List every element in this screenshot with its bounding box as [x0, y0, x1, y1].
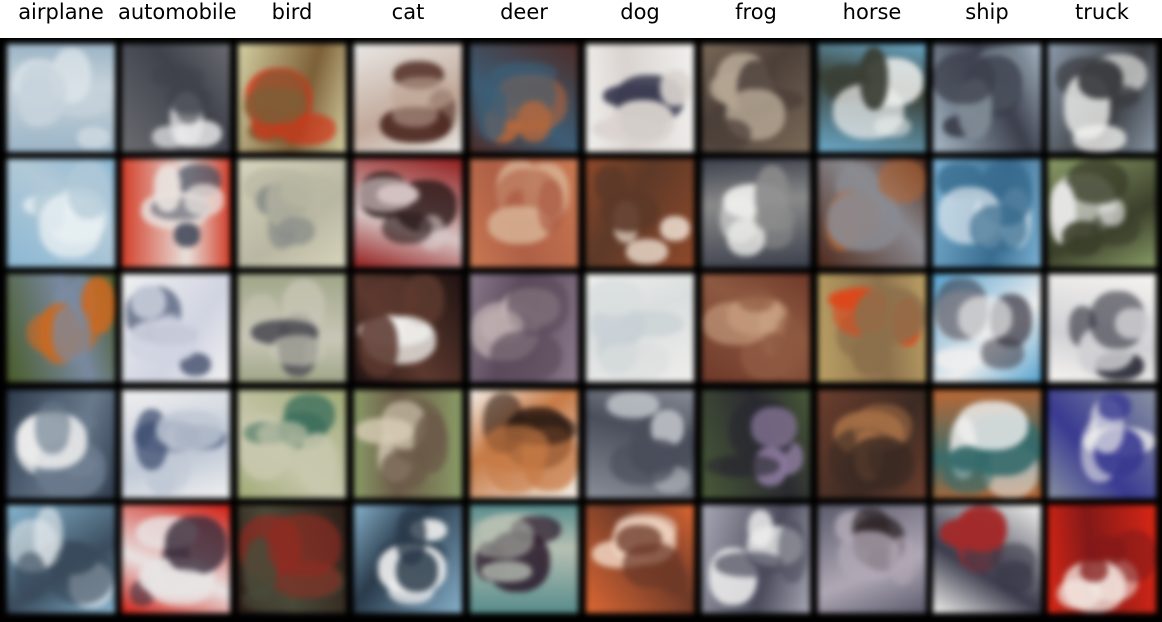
generated-image-ship-4 — [933, 390, 1041, 498]
generated-image-truck-2 — [1048, 159, 1156, 267]
column-header-row: airplane automobile bird cat deer dog frog hors… — [0, 0, 1162, 38]
generated-image-automobile-3 — [122, 274, 230, 382]
generated-image-deer-4 — [470, 390, 578, 498]
generated-image-airplane-4 — [7, 390, 115, 498]
column-label-dog: dog — [620, 0, 660, 24]
generated-image-deer-5 — [470, 505, 578, 613]
generated-image-truck-4 — [1048, 390, 1156, 498]
generated-image-dog-2 — [586, 159, 694, 267]
generated-image-ship-3 — [933, 274, 1041, 382]
generated-image-ship-5 — [933, 505, 1041, 613]
generated-image-bird-2 — [238, 159, 346, 267]
column-label-deer: deer — [500, 0, 548, 24]
generated-image-frog-1 — [702, 44, 810, 152]
generated-image-bird-4 — [238, 390, 346, 498]
generated-image-horse-1 — [818, 44, 926, 152]
generated-image-airplane-5 — [7, 505, 115, 613]
generated-image-cat-2 — [354, 159, 462, 267]
column-label-frog: frog — [735, 0, 777, 24]
generated-image-bird-3 — [238, 274, 346, 382]
generated-image-cat-3 — [354, 274, 462, 382]
generated-image-truck-5 — [1048, 505, 1156, 613]
column-label-airplane: airplane — [18, 0, 104, 24]
generated-image-cat-4 — [354, 390, 462, 498]
generated-image-cat-1 — [354, 44, 462, 152]
column-label-bird: bird — [271, 0, 313, 24]
generated-image-cat-5 — [354, 505, 462, 613]
generated-image-deer-3 — [470, 274, 578, 382]
image-grid — [0, 38, 1162, 622]
generated-image-bird-5 — [238, 505, 346, 613]
generated-image-automobile-1 — [122, 44, 230, 152]
column-label-ship: ship — [965, 0, 1009, 24]
generated-image-frog-5 — [702, 505, 810, 613]
generated-image-ship-2 — [933, 159, 1041, 267]
column-label-truck: truck — [1075, 0, 1129, 24]
generated-image-deer-2 — [470, 159, 578, 267]
generated-image-horse-2 — [818, 159, 926, 267]
generated-image-dog-5 — [586, 505, 694, 613]
generated-image-horse-5 — [818, 505, 926, 613]
generated-image-dog-1 — [586, 44, 694, 152]
generated-image-frog-2 — [702, 159, 810, 267]
column-label-horse: horse — [842, 0, 902, 24]
generated-image-bird-1 — [238, 44, 346, 152]
generated-image-dog-3 — [586, 274, 694, 382]
column-label-cat: cat — [391, 0, 425, 24]
generated-image-horse-4 — [818, 390, 926, 498]
generated-image-automobile-2 — [122, 159, 230, 267]
generated-image-airplane-2 — [7, 159, 115, 267]
generated-image-frog-3 — [702, 274, 810, 382]
generated-image-automobile-4 — [122, 390, 230, 498]
generated-image-deer-1 — [470, 44, 578, 152]
generated-image-frog-4 — [702, 390, 810, 498]
generated-image-automobile-5 — [122, 505, 230, 613]
generated-image-airplane-1 — [7, 44, 115, 152]
generated-image-truck-3 — [1048, 274, 1156, 382]
generated-image-horse-3 — [818, 274, 926, 382]
generated-image-airplane-3 — [7, 274, 115, 382]
generated-image-ship-1 — [933, 44, 1041, 152]
column-label-automobile: automobile — [118, 0, 237, 24]
generated-image-truck-1 — [1048, 44, 1156, 152]
generated-image-dog-4 — [586, 390, 694, 498]
